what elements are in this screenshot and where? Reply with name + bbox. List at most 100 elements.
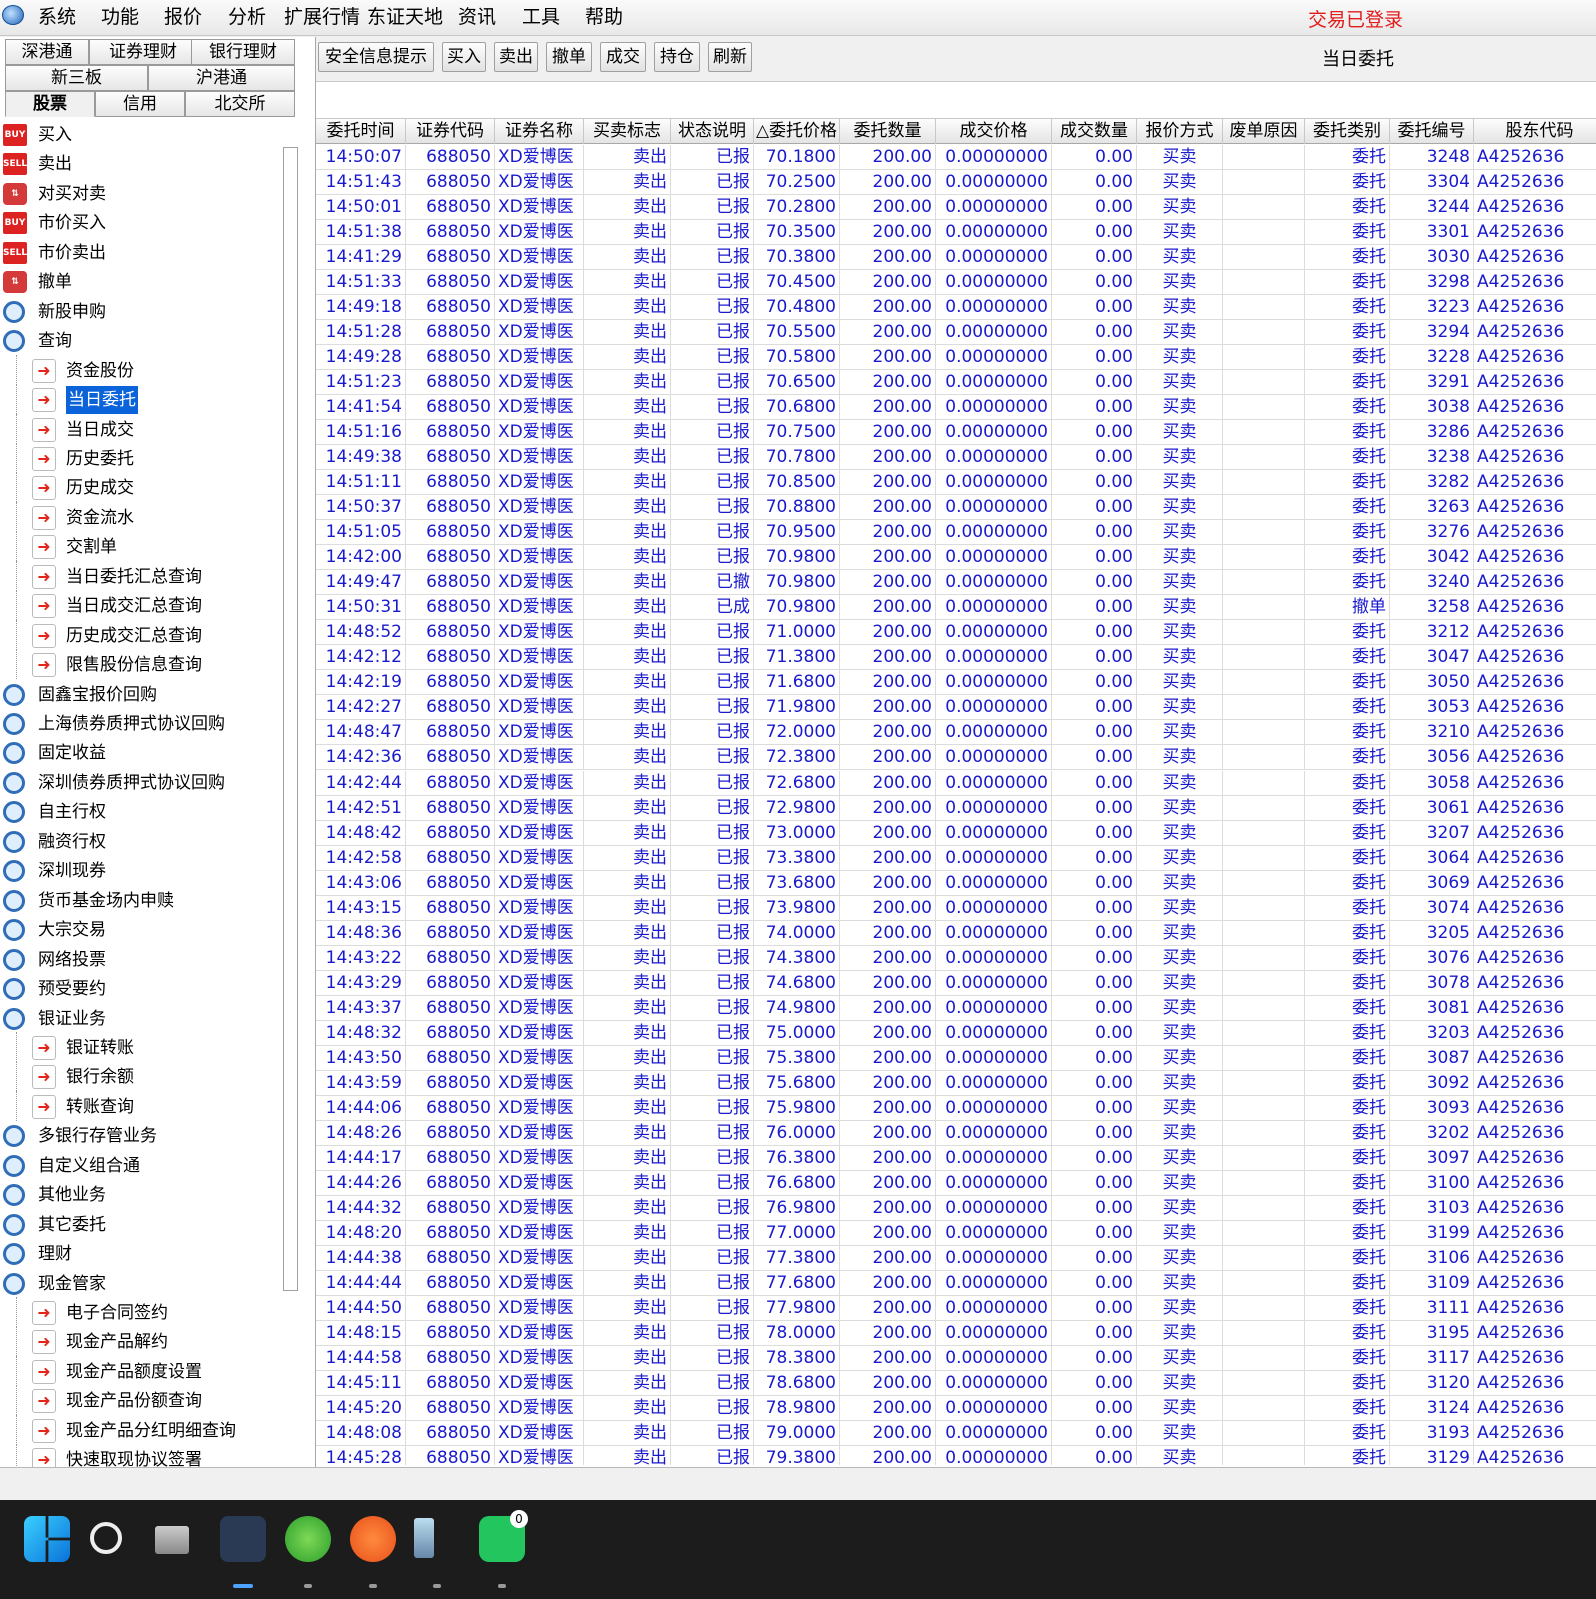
tab-北交所[interactable]: 北交所 xyxy=(185,91,295,117)
table-row[interactable]: 14:42:44 688050 XD爱博医 卖出 已报 72.6800 200.00 0.00… xyxy=(316,770,1596,796)
table-row[interactable]: 14:48:15 688050 XD爱博医 卖出 已报 78.0000 200.00 0.00… xyxy=(316,1320,1596,1346)
column-header[interactable]: 委托编号 xyxy=(1390,119,1474,144)
table-row[interactable]: 14:42:00 688050 XD爱博医 卖出 已报 70.9800 200.00 0.00… xyxy=(316,545,1596,571)
tree-item[interactable]: ➜ 现金产品解约 xyxy=(0,1326,300,1356)
table-row[interactable]: 14:50:31 688050 XD爱博医 卖出 已成 70.9800 200.00 0.00… xyxy=(316,595,1596,621)
table-row[interactable]: 14:50:07 688050 XD爱博医 卖出 已报 70.1800 200.00 0.00… xyxy=(316,145,1596,170)
windows-start-icon[interactable] xyxy=(24,1516,70,1562)
task-view-icon[interactable] xyxy=(155,1526,189,1554)
tree-scrollbar[interactable] xyxy=(283,147,298,1291)
table-row[interactable]: 14:49:47 688050 XD爱博医 卖出 已撤 70.9800 200.00 0.00… xyxy=(316,570,1596,596)
table-row[interactable]: 14:42:12 688050 XD爱博医 卖出 已报 71.3800 200.00 0.00… xyxy=(316,645,1596,671)
tree-item[interactable]: ⇅ 撤单 xyxy=(0,268,300,296)
tree-item[interactable]: ➜ 资金流水 xyxy=(0,502,300,532)
table-row[interactable]: 14:42:19 688050 XD爱博医 卖出 已报 71.6800 200.00 0.00… xyxy=(316,670,1596,696)
tree-item[interactable]: 上海债券质押式协议回购 xyxy=(0,710,300,738)
table-row[interactable]: 14:51:43 688050 XD爱博医 卖出 已报 70.2500 200.00 0.00… xyxy=(316,170,1596,196)
table-row[interactable]: 14:43:06 688050 XD爱博医 卖出 已报 73.6800 200.00 0.00… xyxy=(316,870,1596,896)
tab-深港通[interactable]: 深港通 xyxy=(5,39,89,65)
tree-item[interactable]: 固定收益 xyxy=(0,739,300,767)
app-logo-icon[interactable] xyxy=(2,5,24,25)
table-row[interactable]: 14:44:44 688050 XD爱博医 卖出 已报 77.6800 200.00 0.00… xyxy=(316,1270,1596,1296)
table-row[interactable]: 14:42:51 688050 XD爱博医 卖出 已报 72.9800 200.00 0.00… xyxy=(316,795,1596,821)
browser-icon[interactable] xyxy=(285,1516,331,1562)
tab-证券理财[interactable]: 证券理财 xyxy=(89,39,197,65)
tree-item[interactable]: ➜ 银证转账 xyxy=(0,1032,300,1062)
tab-股票[interactable]: 股票 xyxy=(5,91,95,117)
tree-item[interactable]: 货币基金场内申赎 xyxy=(0,887,300,915)
table-row[interactable]: 14:43:22 688050 XD爱博医 卖出 已报 74.3800 200.00 0.00… xyxy=(316,945,1596,971)
table-row[interactable]: 14:42:58 688050 XD爱博医 卖出 已报 73.3800 200.00 0.00… xyxy=(316,845,1596,871)
tree-item[interactable]: ➜ 历史委托 xyxy=(0,443,300,473)
column-header[interactable]: 买卖标志 xyxy=(584,119,671,144)
table-row[interactable]: 14:43:15 688050 XD爱博医 卖出 已报 73.9800 200.00 0.00… xyxy=(316,895,1596,921)
tree-item[interactable]: SELL 市价卖出 xyxy=(0,239,300,267)
toolbar-button-成交[interactable]: 成交 xyxy=(600,42,646,72)
tree-item[interactable]: 固鑫宝报价回购 xyxy=(0,681,300,709)
tree-item[interactable]: BUY 市价买入 xyxy=(0,209,300,237)
menu-item[interactable]: 工具 xyxy=(522,4,560,30)
table-row[interactable]: 14:44:58 688050 XD爱博医 卖出 已报 78.3800 200.00 0.00… xyxy=(316,1345,1596,1371)
tab-沪港通[interactable]: 沪港通 xyxy=(148,65,295,91)
tree-item[interactable]: ➜ 当日成交 xyxy=(0,414,300,444)
tree-item[interactable]: ➜ 现金产品份额查询 xyxy=(0,1385,300,1415)
table-row[interactable]: 14:48:36 688050 XD爱博医 卖出 已报 74.0000 200.00 0.00… xyxy=(316,920,1596,946)
table-row[interactable]: 14:50:37 688050 XD爱博医 卖出 已报 70.8800 200.00 0.00… xyxy=(316,495,1596,521)
tree-item[interactable]: 新股申购 xyxy=(0,298,300,326)
column-header[interactable]: 委托数量 xyxy=(840,119,936,144)
table-row[interactable]: 14:48:20 688050 XD爱博医 卖出 已报 77.0000 200.00 0.00… xyxy=(316,1220,1596,1246)
toolbar-button-撤单[interactable]: 撤单 xyxy=(546,42,592,72)
table-row[interactable]: 14:51:23 688050 XD爱博医 卖出 已报 70.6500 200.00 0.00… xyxy=(316,370,1596,396)
table-row[interactable]: 14:42:27 688050 XD爱博医 卖出 已报 71.9800 200.00 0.00… xyxy=(316,695,1596,721)
column-header[interactable]: 废单原因 xyxy=(1223,119,1305,144)
column-header[interactable]: 报价方式 xyxy=(1137,119,1223,144)
table-row[interactable]: 14:44:38 688050 XD爱博医 卖出 已报 77.3800 200.00 0.00… xyxy=(316,1245,1596,1271)
column-header[interactable]: 成交数量 xyxy=(1052,119,1137,144)
table-row[interactable]: 14:49:18 688050 XD爱博医 卖出 已报 70.4800 200.00 0.00… xyxy=(316,295,1596,321)
menu-item[interactable]: 东证天地 xyxy=(367,4,443,30)
table-row[interactable]: 14:42:36 688050 XD爱博医 卖出 已报 72.3800 200.00 0.00… xyxy=(316,745,1596,771)
table-row[interactable]: 14:44:17 688050 XD爱博医 卖出 已报 76.3800 200.00 0.00… xyxy=(316,1145,1596,1171)
toolbar-button-持仓[interactable]: 持仓 xyxy=(654,42,700,72)
table-row[interactable]: 14:45:11 688050 XD爱博医 卖出 已报 78.6800 200.00 0.00… xyxy=(316,1370,1596,1396)
toolbar-button-刷新[interactable]: 刷新 xyxy=(708,42,752,72)
tree-item[interactable]: ➜ 历史成交汇总查询 xyxy=(0,620,300,650)
tree-item[interactable]: ➜ 当日委托 xyxy=(0,384,300,414)
tree-item[interactable]: ➜ 交割单 xyxy=(0,531,300,561)
table-row[interactable]: 14:48:47 688050 XD爱博医 卖出 已报 72.0000 200.00 0.00… xyxy=(316,720,1596,746)
tree-item[interactable]: ⇅ 对买对卖 xyxy=(0,180,300,208)
table-row[interactable]: 14:41:29 688050 XD爱博医 卖出 已报 70.3800 200.00 0.00… xyxy=(316,245,1596,271)
menu-item[interactable]: 系统 xyxy=(38,4,76,30)
table-row[interactable]: 14:45:28 688050 XD爱博医 卖出 已报 79.3800 200.00 0.00… xyxy=(316,1446,1596,1465)
trading-app-icon[interactable] xyxy=(220,1516,266,1562)
menu-item[interactable]: 报价 xyxy=(164,4,202,30)
table-row[interactable]: 14:43:37 688050 XD爱博医 卖出 已报 74.9800 200.00 0.00… xyxy=(316,995,1596,1021)
tree-item[interactable]: 融资行权 xyxy=(0,828,300,856)
tree-item[interactable]: ➜ 历史成交 xyxy=(0,472,300,502)
column-header[interactable]: 委托时间 xyxy=(316,119,406,144)
tree-item[interactable]: 理财 xyxy=(0,1240,300,1268)
tree-item[interactable]: ➜ 限售股份信息查询 xyxy=(0,649,300,679)
table-row[interactable]: 14:48:08 688050 XD爱博医 卖出 已报 79.0000 200.00 0.00… xyxy=(316,1421,1596,1447)
feather-app-icon[interactable] xyxy=(350,1516,396,1562)
tree-item[interactable]: 深圳债券质押式协议回购 xyxy=(0,769,300,797)
tree-item[interactable]: 预受要约 xyxy=(0,975,300,1003)
tree-item[interactable]: 自主行权 xyxy=(0,798,300,826)
tree-item[interactable]: ➜ 现金产品额度设置 xyxy=(0,1356,300,1386)
table-row[interactable]: 14:48:32 688050 XD爱博医 卖出 已报 75.0000 200.00 0.00… xyxy=(316,1020,1596,1046)
tree-item[interactable]: SELL 卖出 xyxy=(0,150,300,178)
column-header[interactable]: 证券代码 xyxy=(406,119,495,144)
menu-item[interactable]: 分析 xyxy=(228,4,266,30)
table-row[interactable]: 14:49:38 688050 XD爱博医 卖出 已报 70.7800 200.00 0.00… xyxy=(316,445,1596,471)
tree-item[interactable]: 网络投票 xyxy=(0,946,300,974)
table-row[interactable]: 14:43:50 688050 XD爱博医 卖出 已报 75.3800 200.00 0.00… xyxy=(316,1045,1596,1071)
tree-item[interactable]: ➜ 现金产品分红明细查询 xyxy=(0,1415,300,1445)
tree-item[interactable]: 其他业务 xyxy=(0,1181,300,1209)
tab-新三板[interactable]: 新三板 xyxy=(5,65,148,91)
tree-item[interactable]: ➜ 当日成交汇总查询 xyxy=(0,590,300,620)
table-row[interactable]: 14:51:33 688050 XD爱博医 卖出 已报 70.4500 200.00 0.00… xyxy=(316,270,1596,296)
column-header[interactable]: 股东代码 xyxy=(1474,119,1596,144)
table-row[interactable]: 14:48:52 688050 XD爱博医 卖出 已报 71.0000 200.00 0.00… xyxy=(316,620,1596,646)
tree-item[interactable]: 自定义组合通 xyxy=(0,1152,300,1180)
tab-银行理财[interactable]: 银行理财 xyxy=(191,39,295,65)
